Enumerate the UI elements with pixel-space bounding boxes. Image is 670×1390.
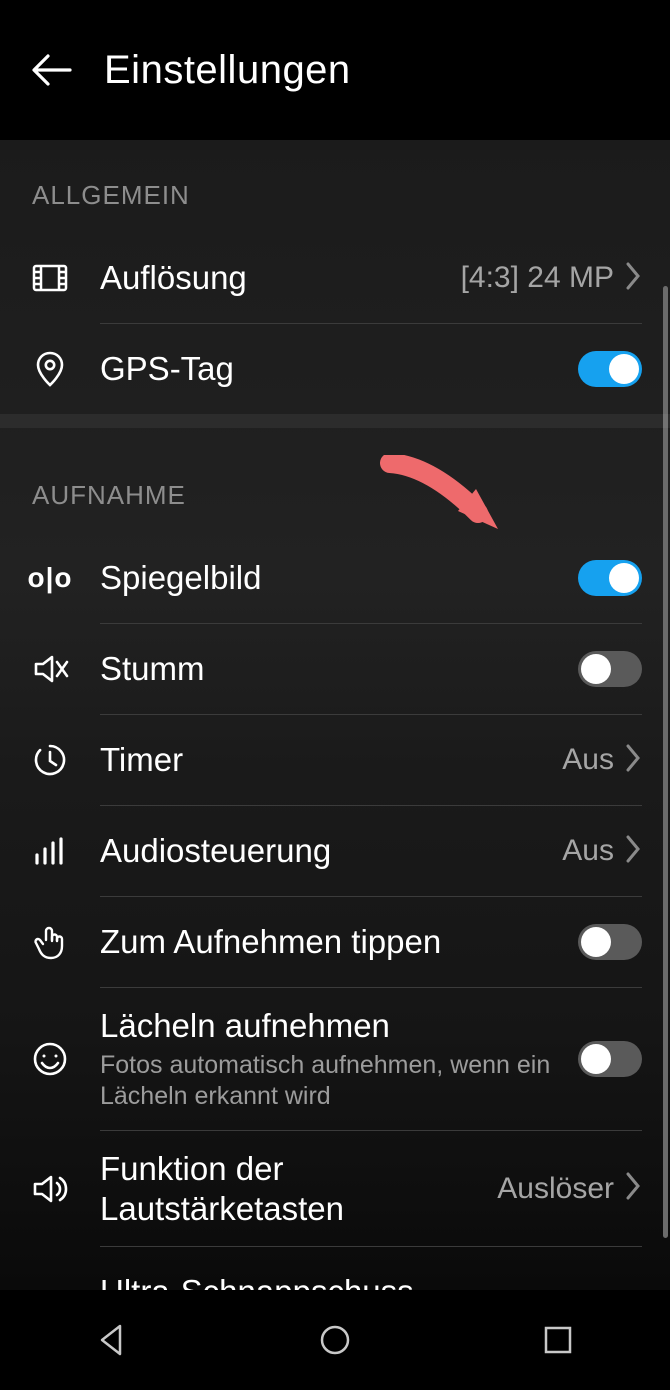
speaker-icon [0, 1169, 100, 1209]
smile-label: Lächeln aufnehmen [100, 1006, 570, 1046]
smile-icon [0, 1039, 100, 1079]
section-capture-title: AUFNAHME [0, 428, 670, 533]
volkey-label: Funktion der Lautstärketasten [100, 1149, 489, 1228]
film-icon [0, 258, 100, 298]
audio-label: Audiosteuerung [100, 831, 554, 871]
chevron-right-icon [624, 261, 642, 296]
mirror-icon: o|o [0, 562, 100, 594]
smile-toggle[interactable] [578, 1041, 642, 1077]
row-audio[interactable]: Audiosteuerung Aus [0, 806, 670, 896]
gps-label: GPS-Tag [100, 349, 570, 389]
nav-recent-button[interactable] [508, 1310, 608, 1370]
section-general-title: ALLGEMEIN [0, 140, 670, 233]
back-button[interactable] [28, 46, 76, 94]
row-ultra[interactable]: Ultra-Schnappschuss [0, 1247, 670, 1290]
resolution-value: [4:3] 24 MP [461, 261, 614, 295]
tap-label: Zum Aufnehmen tippen [100, 922, 570, 962]
nav-back-button[interactable] [62, 1310, 162, 1370]
tap-icon [0, 922, 100, 962]
chevron-right-icon [624, 743, 642, 778]
resolution-label: Auflösung [100, 258, 453, 298]
mirror-label: Spiegelbild [100, 558, 570, 598]
row-gps[interactable]: GPS-Tag [0, 324, 670, 414]
chevron-right-icon [624, 834, 642, 869]
header: Einstellungen [0, 0, 670, 140]
audio-value: Aus [562, 834, 614, 868]
row-tap[interactable]: Zum Aufnehmen tippen [0, 897, 670, 987]
row-resolution[interactable]: Auflösung [4:3] 24 MP [0, 233, 670, 323]
system-navbar [0, 1290, 670, 1390]
nav-home-button[interactable] [285, 1310, 385, 1370]
ultra-label: Ultra-Schnappschuss [100, 1272, 634, 1290]
gps-toggle[interactable] [578, 351, 642, 387]
timer-icon [0, 740, 100, 780]
section-gap [0, 414, 670, 428]
row-timer[interactable]: Timer Aus [0, 715, 670, 805]
location-pin-icon [0, 349, 100, 389]
timer-label: Timer [100, 740, 554, 780]
tap-toggle[interactable] [578, 924, 642, 960]
page-title: Einstellungen [104, 48, 351, 93]
timer-value: Aus [562, 743, 614, 777]
audio-bars-icon [0, 831, 100, 871]
smile-sub: Fotos automatisch aufnehmen, wenn ein Lä… [100, 1050, 570, 1113]
mute-toggle[interactable] [578, 651, 642, 687]
chevron-right-icon [624, 1171, 642, 1206]
volkey-value: Auslöser [497, 1172, 614, 1206]
mute-label: Stumm [100, 649, 570, 689]
row-mute[interactable]: Stumm [0, 624, 670, 714]
row-smile[interactable]: Lächeln aufnehmen Fotos automatisch aufn… [0, 988, 670, 1130]
row-volume-key[interactable]: Funktion der Lautstärketasten Auslöser [0, 1131, 670, 1246]
row-mirror[interactable]: o|o Spiegelbild [0, 533, 670, 623]
mute-icon [0, 649, 100, 689]
mirror-toggle[interactable] [578, 560, 642, 596]
